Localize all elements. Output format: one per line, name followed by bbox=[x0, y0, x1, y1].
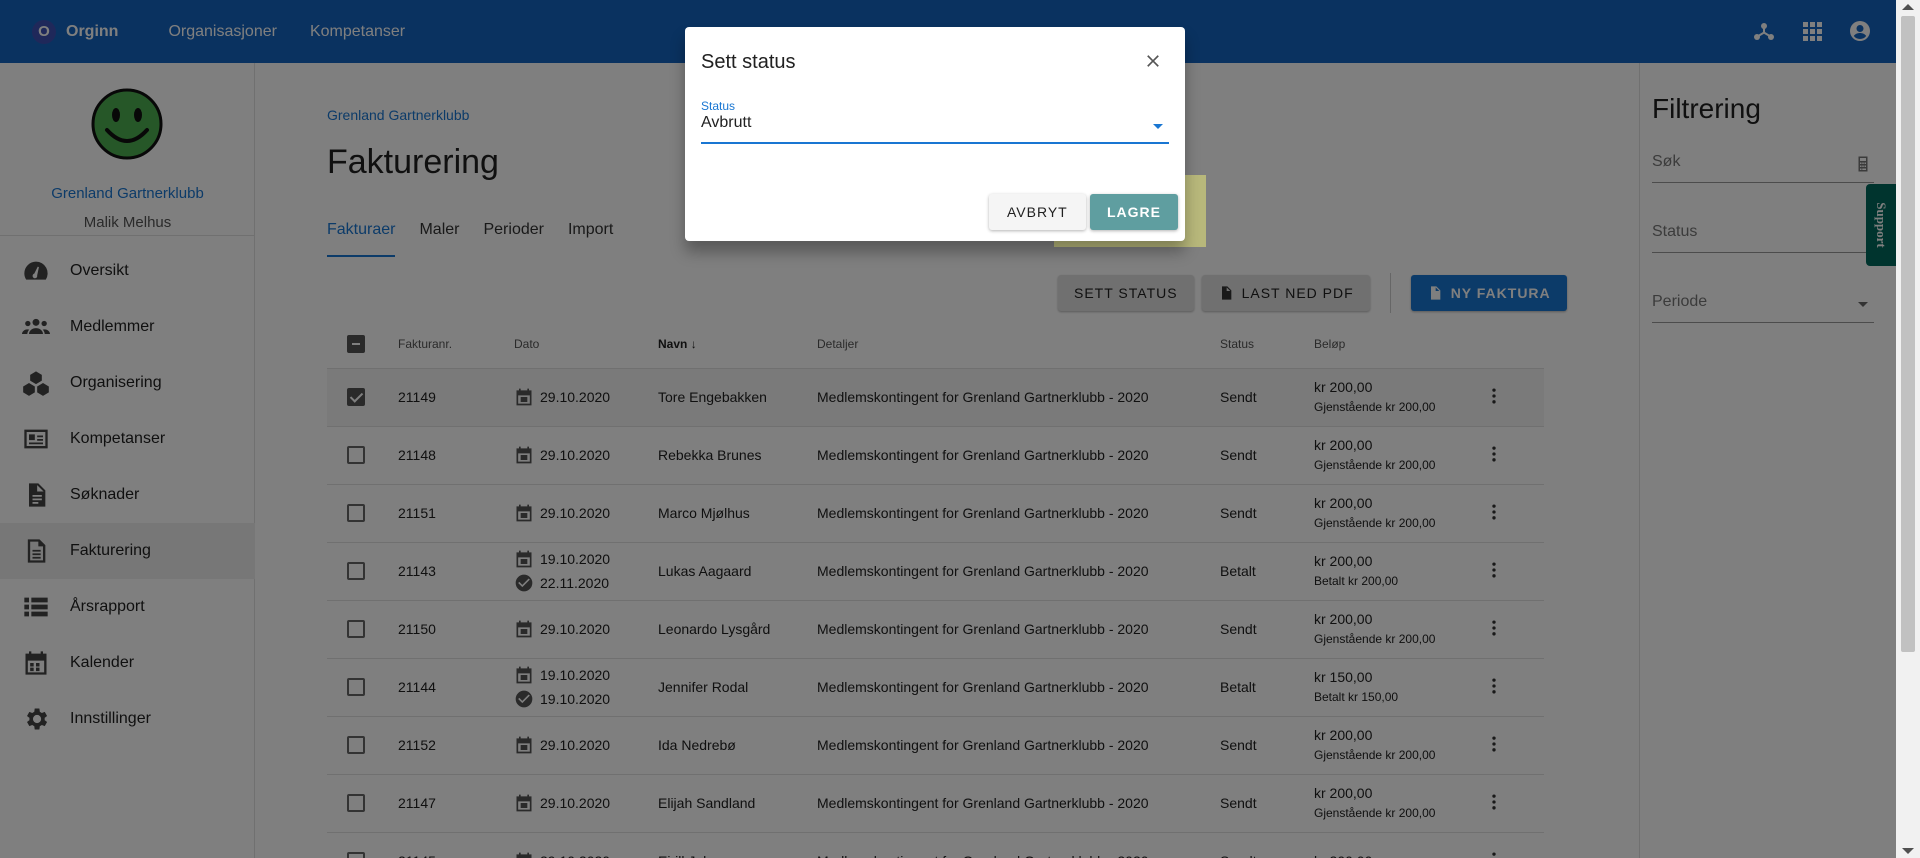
scroll-thumb[interactable] bbox=[1901, 16, 1915, 652]
close-icon bbox=[1147, 55, 1159, 67]
save-button[interactable]: LAGRE bbox=[1090, 194, 1178, 230]
status-select-value: Avbrutt bbox=[701, 114, 752, 131]
status-field-label: Status bbox=[701, 99, 736, 113]
scroll-down-arrow[interactable] bbox=[1902, 848, 1914, 854]
scroll-up-arrow[interactable] bbox=[1902, 4, 1914, 10]
cancel-button[interactable]: AVBRYT bbox=[989, 194, 1086, 230]
chevron-down-icon bbox=[1153, 124, 1163, 129]
dialog-title: Sett status bbox=[701, 51, 796, 73]
close-button[interactable] bbox=[1143, 51, 1163, 71]
scrollbar[interactable] bbox=[1896, 0, 1920, 858]
set-status-dialog: Sett status Status Avbrutt AVBRYT LAGRE bbox=[685, 27, 1185, 241]
status-select[interactable]: Avbrutt bbox=[701, 114, 1169, 144]
